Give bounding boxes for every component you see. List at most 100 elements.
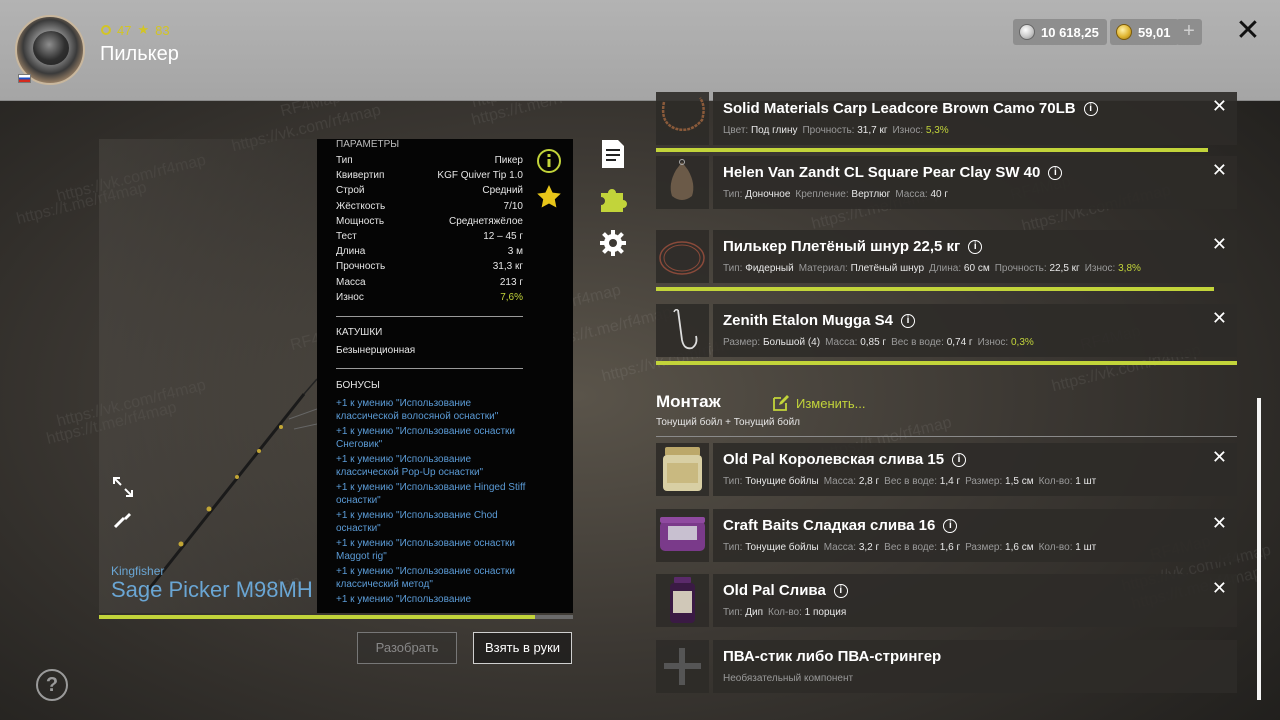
param-value: 7/10 bbox=[503, 200, 523, 212]
item-attr-label: Кол-во: bbox=[768, 607, 802, 618]
favorite-star-icon[interactable] bbox=[535, 183, 563, 211]
item-attr-label: Размер: bbox=[965, 476, 1003, 487]
level-ring-icon bbox=[101, 25, 111, 35]
take-in-hands-button[interactable]: Взять в руки bbox=[473, 632, 572, 664]
help-icon[interactable]: ? bbox=[36, 669, 68, 701]
item-attr-value: 40 г bbox=[930, 189, 949, 200]
gold-coin-icon bbox=[1116, 24, 1132, 40]
bonus-item: +1 к умению "Использование оснастки Снег… bbox=[336, 426, 516, 450]
bonus-item: +1 к умению "Использование классической … bbox=[336, 398, 499, 422]
remove-item-icon[interactable]: ✕ bbox=[1212, 234, 1227, 255]
add-gold-button[interactable]: + bbox=[1176, 19, 1202, 45]
info-icon[interactable]: i bbox=[901, 313, 916, 328]
item-attr-label: Износ: bbox=[892, 125, 924, 136]
info-icon[interactable]: i bbox=[943, 518, 958, 533]
silver-coin-icon bbox=[1019, 24, 1035, 40]
remove-item-icon[interactable]: ✕ bbox=[1212, 308, 1227, 329]
rank-star-icon: ★ bbox=[137, 22, 150, 37]
item-body: Пилькер Плетёный шнур 22,5 кг i Тип: Фидер… bbox=[713, 230, 1237, 283]
param-row: Квивертип KGF Quiver Tip 1.0 bbox=[336, 170, 523, 185]
remove-item-icon[interactable]: ✕ bbox=[1212, 447, 1227, 468]
item-thumbnail bbox=[656, 509, 709, 562]
item-description: Тип: Фидерный Материал: Плетёный шнур Длин… bbox=[723, 263, 1146, 274]
info-icon[interactable]: i bbox=[833, 583, 848, 598]
remove-item-icon[interactable]: ✕ bbox=[1212, 96, 1227, 117]
item-body: Helen Van Zandt CL Square Pear Clay SW 4… bbox=[713, 156, 1237, 209]
param-label: Масса bbox=[336, 276, 366, 288]
param-label: Строй bbox=[336, 185, 365, 197]
item-attr-label: Масса: bbox=[823, 542, 857, 553]
divider bbox=[336, 316, 523, 317]
paint-brush-icon[interactable] bbox=[111, 507, 135, 531]
item-title: Craft Baits Сладкая слива 16 i bbox=[723, 517, 958, 534]
item-attr-value: Тонущие бойлы bbox=[745, 476, 819, 487]
item-attr-label: Тип: bbox=[723, 476, 743, 487]
item-title: Old Pal Королевская слива 15 i bbox=[723, 451, 967, 468]
item-description: Тип: Тонущие бойлы Масса: 2,8 г Вес в воде… bbox=[723, 476, 1101, 487]
info-icon[interactable]: i bbox=[968, 239, 983, 254]
item-attr-value: 1,5 см bbox=[1005, 476, 1034, 487]
bonus-item: +1 к умению "Использование оснастки клас… bbox=[336, 566, 516, 590]
edit-montage-label: Изменить... bbox=[796, 395, 866, 411]
item-attr-value: Тонущие бойлы bbox=[745, 542, 819, 553]
item-title: Helen Van Zandt CL Square Pear Clay SW 4… bbox=[723, 164, 1063, 181]
param-label: Мощность bbox=[336, 215, 385, 227]
item-attr-value: 1,6 см bbox=[1005, 542, 1034, 553]
item-condition-bar bbox=[656, 148, 1208, 152]
param-value: Среднетяжёлое bbox=[448, 215, 523, 227]
reels-heading: КАТУШКИ bbox=[336, 327, 383, 338]
info-icon[interactable]: i bbox=[952, 452, 967, 467]
item-description: Цвет: Под глину Прочность: 31,7 кг Износ: … bbox=[723, 125, 954, 136]
close-button[interactable]: ✕ bbox=[1234, 14, 1262, 48]
reel-type: Безынерционная bbox=[336, 345, 416, 356]
param-value: 31,3 кг bbox=[492, 261, 523, 273]
rod-preview: Kingfisher Sage Picker M98MH bbox=[99, 139, 317, 613]
remove-item-icon[interactable]: ✕ bbox=[1212, 513, 1227, 534]
edit-montage-button[interactable]: Изменить... bbox=[772, 394, 865, 412]
item-attr-value: 22,5 кг bbox=[1049, 263, 1080, 274]
item-body: Zenith Etalon Mugga S4 i Размер: Большой (… bbox=[713, 304, 1237, 357]
gear-icon[interactable] bbox=[598, 228, 628, 258]
item-name: Old Pal Королевская слива 15 bbox=[723, 451, 945, 468]
item-attr-label: Масса: bbox=[825, 337, 858, 348]
info-circle-icon[interactable] bbox=[536, 148, 562, 174]
param-row: Строй Средний bbox=[336, 185, 523, 200]
item-attr-label: Масса: bbox=[895, 189, 928, 200]
expand-icon[interactable] bbox=[111, 475, 135, 499]
info-icon[interactable]: i bbox=[1048, 165, 1063, 180]
info-icon[interactable]: i bbox=[1083, 101, 1098, 116]
rod-condition-fill bbox=[99, 615, 536, 619]
item-attr-label: Кол-во: bbox=[1038, 542, 1073, 553]
item-attr-value: Доночное bbox=[745, 189, 791, 200]
item-body: Old Pal Слива i Тип: Дип Кол-во: 1 порция ✕ bbox=[713, 574, 1237, 627]
player-stats: 47 ★ 83 bbox=[101, 22, 170, 38]
item-attr-value: Фидерный bbox=[745, 263, 794, 274]
montage-subtitle: Тонущий бойл + Тонущий бойл bbox=[656, 417, 800, 428]
item-attr-label: Вес в воде: bbox=[884, 542, 937, 553]
item-description: Размер: Большой (4) Масса: 0,85 г Вес в во… bbox=[723, 337, 1039, 348]
player-rank: 83 bbox=[155, 22, 170, 38]
item-attr-value: 60 см bbox=[963, 263, 990, 274]
item-thumbnail bbox=[656, 304, 709, 357]
item-attr-label: Кол-во: bbox=[1038, 476, 1073, 487]
params-heading: ПАРАМЕТРЫ bbox=[336, 139, 400, 150]
item-name: Helen Van Zandt CL Square Pear Clay SW 4… bbox=[723, 164, 1041, 181]
scrollbar[interactable] bbox=[1257, 398, 1261, 700]
puzzle-icon[interactable] bbox=[598, 184, 628, 214]
item-condition-bar bbox=[656, 361, 1237, 365]
remove-item-icon[interactable]: ✕ bbox=[1212, 578, 1227, 599]
param-label: Тип bbox=[336, 155, 353, 166]
edit-pencil-icon bbox=[773, 395, 789, 411]
bonus-item: +1 к умению "Использование bbox=[336, 594, 472, 605]
param-value: 12 – 45 г bbox=[483, 231, 523, 242]
param-label: Прочность bbox=[336, 261, 386, 273]
item-name: Craft Baits Сладкая слива 16 bbox=[723, 517, 936, 534]
item-title: ПВА-стик либо ПВА-стрингер bbox=[723, 648, 941, 665]
document-icon[interactable] bbox=[598, 139, 628, 169]
disassemble-button[interactable]: Разобрать bbox=[357, 632, 457, 664]
item-attr-value: Под глину bbox=[750, 125, 798, 136]
remove-item-icon[interactable]: ✕ bbox=[1212, 160, 1227, 181]
item-attr-value: 1,6 г bbox=[939, 542, 961, 553]
divider bbox=[336, 368, 523, 369]
item-attr-label: Масса: bbox=[823, 476, 857, 487]
